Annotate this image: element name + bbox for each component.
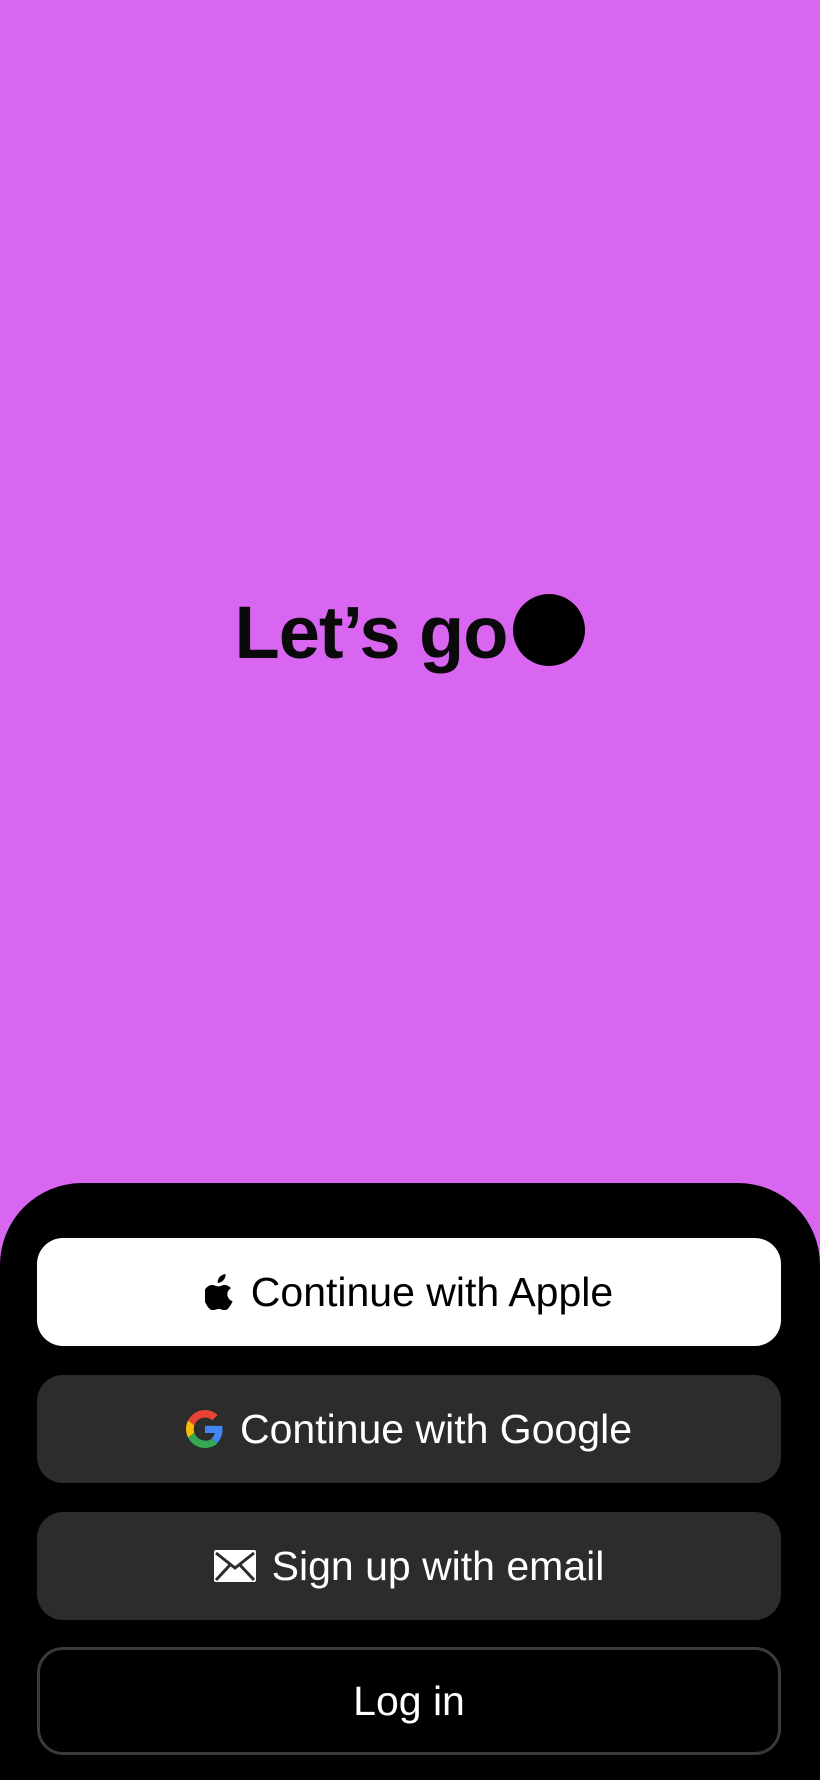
auth-sheet: Continue with Apple Continue with Google… xyxy=(0,1183,820,1780)
hero-section: Let’s go xyxy=(0,0,820,1183)
page-title: Let’s go xyxy=(234,591,509,674)
google-icon xyxy=(185,1410,224,1448)
log-in-label: Log in xyxy=(353,1677,465,1724)
apple-icon xyxy=(204,1274,235,1310)
black-dot-decoration xyxy=(513,594,586,666)
sign-up-with-email-label: Sign up with email xyxy=(271,1542,605,1589)
continue-with-apple-label: Continue with Apple xyxy=(250,1268,614,1315)
continue-with-google-label: Continue with Google xyxy=(239,1405,633,1452)
continue-with-google-button[interactable]: Continue with Google xyxy=(37,1375,781,1483)
log-in-button[interactable]: Log in xyxy=(37,1647,781,1755)
sign-up-with-email-button[interactable]: Sign up with email xyxy=(37,1512,781,1620)
mail-icon xyxy=(213,1550,256,1582)
continue-with-apple-button[interactable]: Continue with Apple xyxy=(37,1238,781,1346)
title-row: Let’s go xyxy=(0,588,820,678)
